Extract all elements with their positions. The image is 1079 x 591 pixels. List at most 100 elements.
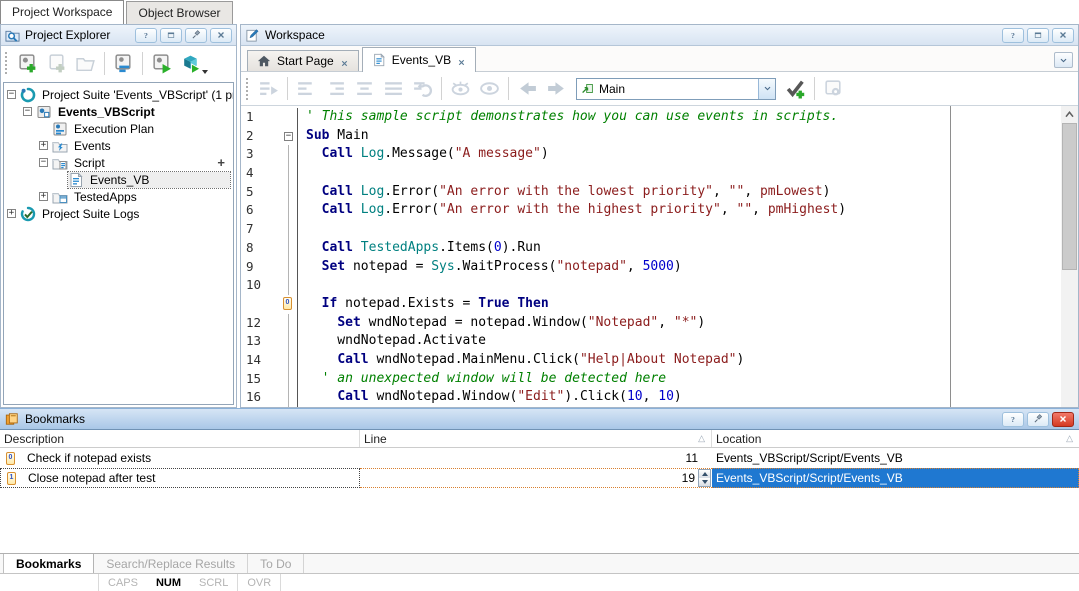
expand-box-icon[interactable]: + — [39, 141, 48, 150]
fold-column[interactable] — [281, 314, 297, 333]
bookmark-line-cell[interactable]: 11 — [360, 448, 712, 468]
line-number[interactable]: 5 — [241, 183, 281, 202]
tree-selected-item[interactable]: Events_VB — [68, 172, 230, 188]
fold-column[interactable] — [281, 183, 297, 202]
bookmark-row[interactable]: 0Check if notepad exists11Events_VBScrip… — [0, 448, 1079, 468]
fold-column[interactable] — [281, 351, 297, 370]
fold-column[interactable] — [281, 220, 297, 239]
workspace-close-button[interactable] — [1052, 28, 1074, 43]
add-project-button[interactable] — [14, 50, 41, 77]
tree-item-events-vbscript[interactable]: −Events_VBScript — [4, 103, 233, 120]
tree-item-script[interactable]: −Script+ — [4, 154, 233, 171]
bottom-tab-to-do[interactable]: To Do — [248, 554, 304, 573]
bookmark-description-cell[interactable]: 1Close notepad after test — [0, 468, 360, 488]
line-spinner[interactable] — [698, 469, 711, 487]
fold-column[interactable] — [281, 332, 297, 351]
workspace-restore-button[interactable] — [1027, 28, 1049, 43]
fold-column[interactable] — [281, 239, 297, 258]
line-number[interactable]: 9 — [241, 258, 281, 277]
scrollbar-thumb[interactable] — [1062, 123, 1077, 270]
doc-tab-start-page[interactable]: Start Page — [247, 50, 359, 71]
fold-column[interactable] — [281, 201, 297, 220]
bookmarks-help-button[interactable]: ? — [1002, 412, 1024, 427]
line-number[interactable]: 7 — [241, 220, 281, 239]
doc-tab-events_vb[interactable]: Events_VB — [362, 47, 476, 72]
combobox-dropdown-button[interactable] — [758, 79, 775, 99]
tree-item-project-suite-events-vbscript-1-projec[interactable]: −Project Suite 'Events_VBScript' (1 proj… — [4, 86, 233, 103]
scrollbar-up-icon[interactable] — [1061, 106, 1078, 122]
fold-column[interactable] — [281, 145, 297, 164]
tab-project-workspace[interactable]: Project Workspace — [0, 0, 124, 24]
tree-item-execution-plan[interactable]: Execution Plan — [4, 120, 233, 137]
fold-column[interactable] — [281, 388, 297, 407]
column-header-line[interactable]: Line△ — [360, 430, 712, 447]
fold-column[interactable]: − — [281, 127, 297, 146]
fold-column[interactable] — [281, 164, 297, 183]
checkmark-plus-button[interactable] — [782, 75, 809, 102]
bookmark-line-cell[interactable]: 19 — [360, 468, 712, 488]
routine-combobox[interactable]: Main — [576, 78, 776, 100]
run-project-suite-button[interactable] — [177, 50, 204, 77]
tree-item-label: Events_VB — [88, 173, 151, 187]
project-explorer-pin-button[interactable] — [185, 28, 207, 43]
collapse-box-icon[interactable]: − — [23, 107, 32, 116]
project-explorer-restore-button[interactable] — [160, 28, 182, 43]
line-number[interactable]: 14 — [241, 351, 281, 370]
column-header-description[interactable]: Description — [0, 430, 360, 447]
bookmark-description-cell[interactable]: 0Check if notepad exists — [0, 448, 360, 468]
bookmark-row[interactable]: 1Close notepad after test19Events_VBScri… — [0, 468, 1079, 488]
expand-box-icon[interactable]: + — [39, 192, 48, 201]
bookmark-badge-icon[interactable]: 0 — [283, 297, 292, 310]
dropdown-caret-icon[interactable] — [202, 70, 208, 74]
collapse-box-icon[interactable]: − — [284, 132, 293, 141]
collapse-box-icon[interactable]: − — [7, 90, 16, 99]
bookmark-location-cell[interactable]: Events_VBScript/Script/Events_VB — [712, 468, 1079, 488]
tree-item-project-suite-logs[interactable]: +Project Suite Logs — [4, 205, 233, 222]
bottom-tab-bookmarks[interactable]: Bookmarks — [3, 554, 94, 573]
workspace-help-button[interactable]: ? — [1002, 28, 1024, 43]
spinner-down-icon[interactable] — [699, 478, 710, 486]
code-editor[interactable]: 1' This sample script demonstrates how y… — [241, 106, 1078, 407]
line-number[interactable] — [241, 295, 281, 314]
project-tree[interactable]: −Project Suite 'Events_VBScript' (1 proj… — [3, 82, 234, 405]
line-number[interactable]: 12 — [241, 314, 281, 333]
line-number[interactable]: 6 — [241, 201, 281, 220]
line-number[interactable]: 8 — [241, 239, 281, 258]
bookmarks-pin-button[interactable] — [1027, 412, 1049, 427]
close-icon[interactable] — [457, 56, 466, 65]
tree-item-events[interactable]: +Events — [4, 137, 233, 154]
code-text: Call TestedApps.Items(0).Run — [297, 239, 1061, 258]
project-explorer-help-button[interactable]: ? — [135, 28, 157, 43]
tab-list-button[interactable] — [1054, 52, 1073, 68]
execution-plan-button[interactable] — [110, 50, 137, 77]
line-number[interactable]: 15 — [241, 370, 281, 389]
line-number[interactable]: 16 — [241, 388, 281, 407]
close-icon[interactable] — [340, 57, 349, 66]
add-item-plus[interactable]: + — [217, 155, 225, 170]
run-project-button[interactable] — [148, 50, 175, 77]
line-number[interactable]: 2 — [241, 127, 281, 146]
column-header-location[interactable]: Location△ — [712, 430, 1079, 447]
fold-column[interactable] — [281, 276, 297, 295]
bookmark-location-cell[interactable]: Events_VBScript/Script/Events_VB — [712, 448, 1079, 468]
fold-column[interactable] — [281, 370, 297, 389]
line-number[interactable]: 1 — [241, 108, 281, 127]
expand-box-icon[interactable]: + — [7, 209, 16, 218]
fold-column[interactable] — [281, 108, 297, 127]
spinner-up-icon[interactable] — [699, 470, 710, 478]
project-explorer-close-button[interactable] — [210, 28, 232, 43]
editor-scrollbar[interactable] — [1061, 106, 1078, 407]
bookmarks-close-button[interactable] — [1052, 412, 1074, 427]
collapse-box-icon[interactable]: − — [39, 158, 48, 167]
fold-column[interactable] — [281, 258, 297, 277]
line-number[interactable]: 10 — [241, 276, 281, 295]
sort-asc-icon: △ — [1066, 433, 1075, 444]
line-number[interactable]: 4 — [241, 164, 281, 183]
tree-item-testedapps[interactable]: +TestedApps — [4, 188, 233, 205]
line-number[interactable]: 13 — [241, 332, 281, 351]
fold-column[interactable]: 0 — [281, 295, 297, 314]
bottom-tab-search-replace-results[interactable]: Search/Replace Results — [94, 554, 248, 573]
line-number[interactable]: 3 — [241, 145, 281, 164]
tab-object-browser[interactable]: Object Browser — [126, 1, 232, 24]
tree-item-events-vb[interactable]: Events_VB — [4, 171, 233, 188]
